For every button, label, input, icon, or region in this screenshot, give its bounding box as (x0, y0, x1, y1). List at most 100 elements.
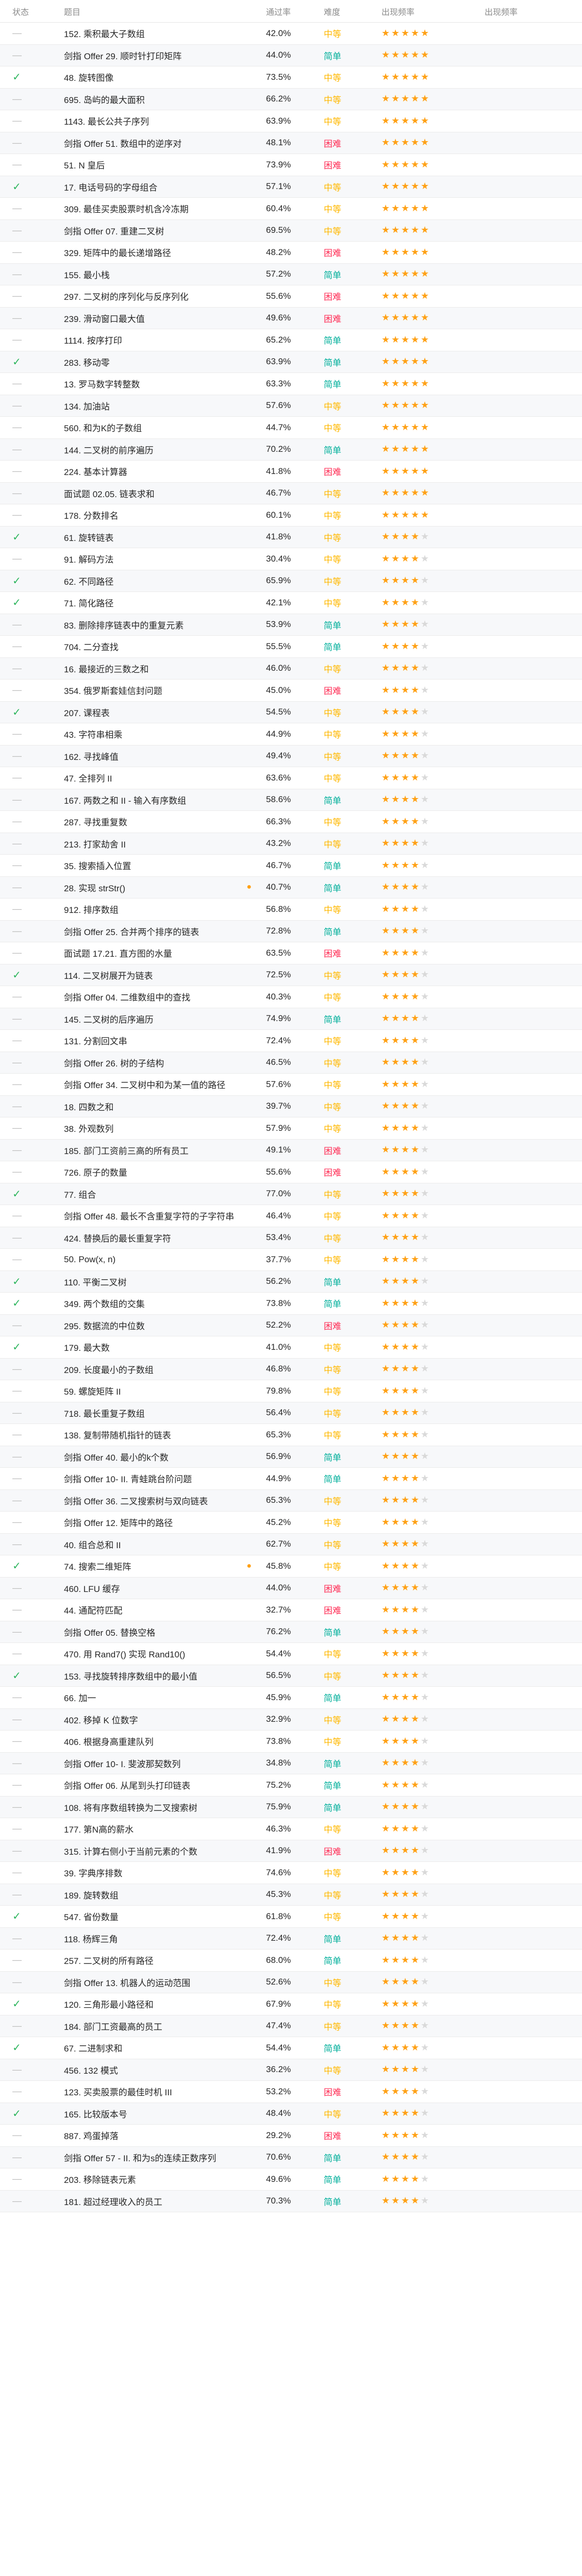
table-row[interactable]: —460. LFU 缓存 44.0% 困难 ★ ★ ★ ★ ★ (0, 1577, 582, 1599)
table-row[interactable]: —309. 最佳买卖股票时机含冷冻期 60.4% 中等 ★ ★ ★ ★ ★ (0, 198, 582, 220)
header-rate[interactable]: 通过率 (260, 5, 318, 18)
problem-title-link[interactable]: 剑指 Offer 26. 树的子结构 (64, 1056, 164, 1069)
table-row[interactable]: — 剑指 Offer 40. 最小的k个数 56.9% 简单 ★ ★ ★ ★ ★ (0, 1446, 582, 1468)
problem-title-link[interactable]: 547. 省份数量 (64, 1910, 119, 1923)
table-row[interactable]: —118. 杨辉三角 72.4% 简单 ★ ★ ★ ★ ★ (0, 1927, 582, 1950)
problem-title-link[interactable]: 178. 分数排名 (64, 509, 119, 521)
header-occurrence[interactable]: 出现频率 (478, 5, 582, 18)
problem-title-link[interactable]: 155. 最小栈 (64, 268, 110, 281)
problem-title-link[interactable]: 18. 四数之和 (64, 1100, 113, 1113)
problem-title-link[interactable]: 145. 二叉树的后序遍历 (64, 1012, 154, 1025)
problem-title-link[interactable]: 1143. 最长公共子序列 (64, 114, 149, 127)
problem-title-link[interactable]: 剑指 Offer 13. 机器人的运动范围 (64, 1976, 190, 1989)
table-row[interactable]: — 剑指 Offer 26. 树的子结构 46.5% 中等 ★ ★ ★ ★ ★ (0, 1052, 582, 1074)
table-row[interactable]: —123. 买卖股票的最佳时机 III 53.2% 困难 ★ ★ ★ ★ ★ (0, 2081, 582, 2103)
problem-title-link[interactable]: 剑指 Offer 10- I. 斐波那契数列 (64, 1757, 180, 1770)
problem-title-link[interactable]: 138. 复制带随机指针的链表 (64, 1428, 171, 1441)
problem-title-link[interactable]: 165. 比较版本号 (64, 2107, 127, 2120)
header-status[interactable]: 状态 (0, 5, 58, 18)
table-row[interactable]: —209. 长度最小的子数组 46.8% 中等 ★ ★ ★ ★ ★ (0, 1358, 582, 1380)
problem-title-link[interactable]: 329. 矩阵中的最长递增路径 (64, 246, 171, 259)
problem-title-link[interactable]: 17. 电话号码的字母组合 (64, 180, 157, 193)
table-row[interactable]: —213. 打家劫舍 II 43.2% 中等 ★ ★ ★ ★ ★ (0, 833, 582, 855)
table-row[interactable]: —59. 螺旋矩阵 II 79.8% 中等 ★ ★ ★ ★ ★ (0, 1380, 582, 1402)
problem-title-link[interactable]: 120. 三角形最小路径和 (64, 1997, 154, 2010)
table-row[interactable]: —912. 排序数组 56.8% 中等 ★ ★ ★ ★ ★ (0, 899, 582, 921)
problem-title-link[interactable]: 123. 买卖股票的最佳时机 III (64, 2085, 172, 2098)
problem-title-link[interactable]: 257. 二叉树的所有路径 (64, 1954, 154, 1967)
table-row[interactable]: —16. 最接近的三数之和 46.0% 中等 ★ ★ ★ ★ ★ (0, 657, 582, 680)
table-row[interactable]: — 剑指 Offer 13. 机器人的运动范围 52.6% 中等 ★ ★ ★ ★ ★ (0, 1971, 582, 1993)
problem-title-link[interactable]: 83. 删除排序链表中的重复元素 (64, 618, 184, 631)
problem-title-link[interactable]: 354. 俄罗斯套娃信封问题 (64, 684, 162, 697)
table-row[interactable]: ✓ 110. 平衡二叉树 56.2% 简单 ★ ★ ★ ★ ★ (0, 1270, 582, 1293)
table-row[interactable]: —44. 通配符匹配 32.7% 困难 ★ ★ ★ ★ ★ (0, 1599, 582, 1621)
problem-title-link[interactable]: 剑指 Offer 10- II. 青蛙跳台阶问题 (64, 1472, 192, 1485)
table-row[interactable]: ✓ 120. 三角形最小路径和 67.9% 中等 ★ ★ ★ ★ ★ (0, 1993, 582, 2015)
problem-title-link[interactable]: 51. N 皇后 (64, 158, 105, 171)
problem-title-link[interactable]: 50. Pow(x, n) (64, 1255, 115, 1265)
header-frequency[interactable]: 出现频率 (375, 5, 478, 18)
table-row[interactable]: —50. Pow(x, n) 37.7% 中等 ★ ★ ★ ★ ★ (0, 1249, 582, 1271)
table-row[interactable]: —28. 实现 strStr() ● 40.7% 简单 ★ ★ ★ ★ ★ (0, 876, 582, 899)
table-row[interactable]: —51. N 皇后 73.9% 困难 ★ ★ ★ ★ ★ (0, 154, 582, 176)
table-row[interactable]: —138. 复制带随机指针的链表 65.3% 中等 ★ ★ ★ ★ ★ (0, 1424, 582, 1446)
problem-title-link[interactable]: 224. 基本计算器 (64, 465, 127, 478)
table-row[interactable]: ✓ 71. 简化路径 42.1% 中等 ★ ★ ★ ★ ★ (0, 592, 582, 614)
table-row[interactable]: —470. 用 Rand7() 实现 Rand10() 54.4% 中等 ★ ★ ★ ★ ★ (0, 1643, 582, 1665)
table-row[interactable]: —297. 二叉树的序列化与反序列化 55.6% 困难 ★ ★ ★ ★ ★ (0, 285, 582, 308)
problem-title-link[interactable]: 13. 罗马数字转整数 (64, 377, 140, 390)
table-row[interactable]: — 面试题 02.05. 链表求和 46.7% 中等 ★ ★ ★ ★ ★ (0, 482, 582, 504)
table-row[interactable]: —39. 字典序排数 74.6% 中等 ★ ★ ★ ★ ★ (0, 1862, 582, 1884)
problem-title-link[interactable]: 131. 分割回文串 (64, 1034, 127, 1047)
table-row[interactable]: —18. 四数之和 39.7% 中等 ★ ★ ★ ★ ★ (0, 1095, 582, 1117)
problem-title-link[interactable]: 61. 旋转链表 (64, 531, 113, 544)
table-row[interactable]: —203. 移除链表元素 49.6% 简单 ★ ★ ★ ★ ★ (0, 2168, 582, 2191)
problem-title-link[interactable]: 213. 打家劫舍 II (64, 837, 126, 850)
table-row[interactable]: ✓ 547. 省份数量 61.8% 中等 ★ ★ ★ ★ ★ (0, 1906, 582, 1928)
table-row[interactable]: ✓ 165. 比较版本号 48.4% 中等 ★ ★ ★ ★ ★ (0, 2103, 582, 2125)
problem-title-link[interactable]: 剑指 Offer 29. 顺时针打印矩阵 (64, 49, 181, 62)
table-row[interactable]: — 剑指 Offer 05. 替换空格 76.2% 简单 ★ ★ ★ ★ ★ (0, 1621, 582, 1643)
problem-title-link[interactable]: 108. 将有序数组转换为二叉搜索树 (64, 1801, 197, 1814)
table-row[interactable]: —718. 最长重复子数组 56.4% 中等 ★ ★ ★ ★ ★ (0, 1402, 582, 1424)
table-row[interactable]: —47. 全排列 II 63.6% 中等 ★ ★ ★ ★ ★ (0, 767, 582, 789)
table-row[interactable]: —162. 寻找峰值 49.4% 中等 ★ ★ ★ ★ ★ (0, 745, 582, 767)
table-row[interactable]: ✓ 179. 最大数 41.0% 中等 ★ ★ ★ ★ ★ (0, 1336, 582, 1359)
table-row[interactable]: —560. 和为K的子数组 44.7% 中等 ★ ★ ★ ★ ★ (0, 417, 582, 439)
table-row[interactable]: —144. 二叉树的前序遍历 70.2% 简单 ★ ★ ★ ★ ★ (0, 438, 582, 461)
problem-title-link[interactable]: 912. 排序数组 (64, 903, 119, 916)
table-row[interactable]: —134. 加油站 57.6% 中等 ★ ★ ★ ★ ★ (0, 395, 582, 417)
problem-title-link[interactable]: 39. 字典序排数 (64, 1866, 122, 1879)
problem-title-link[interactable]: 71. 简化路径 (64, 596, 113, 609)
problem-title-link[interactable]: 152. 乘积最大子数组 (64, 27, 145, 40)
table-row[interactable]: ✓ 283. 移动零 63.9% 简单 ★ ★ ★ ★ ★ (0, 351, 582, 373)
table-row[interactable]: ✓ 48. 旋转图像 73.5% 中等 ★ ★ ★ ★ ★ (0, 66, 582, 89)
problem-title-link[interactable]: 153. 寻找旋转排序数组中的最小值 (64, 1669, 197, 1682)
problem-title-link[interactable]: 62. 不同路径 (64, 574, 113, 587)
table-row[interactable]: —177. 第N高的薪水 46.3% 中等 ★ ★ ★ ★ ★ (0, 1818, 582, 1840)
problem-title-link[interactable]: 剑指 Offer 34. 二叉树中和为某一值的路径 (64, 1078, 225, 1091)
problem-title-link[interactable]: 剑指 Offer 48. 最长不含重复字符的子字符串 (64, 1209, 234, 1222)
problem-title-link[interactable]: 114. 二叉树展开为链表 (64, 969, 153, 981)
problem-title-link[interactable]: 35. 搜索插入位置 (64, 859, 131, 872)
table-row[interactable]: ✓ 77. 组合 77.0% 中等 ★ ★ ★ ★ ★ (0, 1183, 582, 1205)
table-row[interactable]: — 剑指 Offer 07. 重建二叉树 69.5% 中等 ★ ★ ★ ★ ★ (0, 219, 582, 242)
table-row[interactable]: — 剑指 Offer 10- I. 斐波那契数列 34.8% 简单 ★ ★ ★ ★ ★ (0, 1752, 582, 1774)
table-row[interactable]: —295. 数据流的中位数 52.2% 困难 ★ ★ ★ ★ ★ (0, 1314, 582, 1336)
problem-title-link[interactable]: 110. 平衡二叉树 (64, 1275, 127, 1288)
problem-title-link[interactable]: 283. 移动零 (64, 355, 110, 368)
problem-title-link[interactable]: 695. 岛屿的最大面积 (64, 93, 145, 106)
table-row[interactable]: — 剑指 Offer 06. 从尾到头打印链表 75.2% 简单 ★ ★ ★ ★ ★ (0, 1774, 582, 1797)
problem-title-link[interactable]: 704. 二分查找 (64, 640, 119, 653)
table-row[interactable]: —1114. 按序打印 65.2% 简单 ★ ★ ★ ★ ★ (0, 329, 582, 351)
problem-title-link[interactable]: 59. 螺旋矩阵 II (64, 1384, 121, 1397)
table-row[interactable]: —108. 将有序数组转换为二叉搜索树 75.9% 简单 ★ ★ ★ ★ ★ (0, 1796, 582, 1818)
problem-title-link[interactable]: 剑指 Offer 25. 合并两个排序的链表 (64, 925, 199, 938)
table-row[interactable]: —1143. 最长公共子序列 63.9% 中等 ★ ★ ★ ★ ★ (0, 110, 582, 132)
table-row[interactable]: —131. 分割回文串 72.4% 中等 ★ ★ ★ ★ ★ (0, 1030, 582, 1052)
table-row[interactable]: —83. 删除排序链表中的重复元素 53.9% 简单 ★ ★ ★ ★ ★ (0, 614, 582, 636)
problem-title-link[interactable]: 剑指 Offer 07. 重建二叉树 (64, 224, 164, 237)
problem-title-link[interactable]: 40. 组合总和 II (64, 1538, 121, 1551)
problem-title-link[interactable]: 38. 外观数列 (64, 1122, 113, 1134)
